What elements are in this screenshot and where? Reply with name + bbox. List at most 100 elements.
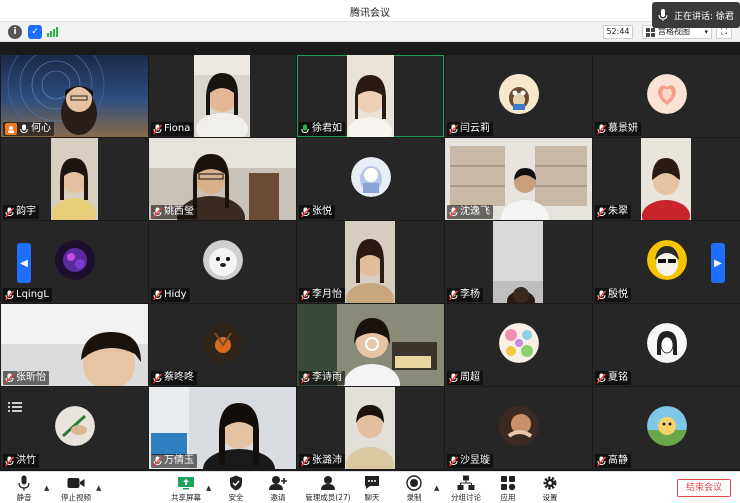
participant-tile[interactable]: 徐君如	[297, 55, 444, 137]
breakout-button[interactable]: 分组讨论	[446, 474, 486, 503]
participant-tile[interactable]: 闫云莉	[445, 55, 592, 137]
participant-name-tag: 李诗雨	[299, 371, 345, 385]
security-button[interactable]: 安全	[216, 474, 256, 503]
participant-tile[interactable]: 张潞沛	[297, 387, 444, 469]
muted-microphone-icon	[449, 290, 458, 301]
chevron-up-icon[interactable]: ▲	[434, 484, 439, 492]
record-button[interactable]: 录制	[394, 474, 434, 503]
participant-video	[194, 55, 250, 137]
window-title: 腾讯会议	[350, 8, 390, 19]
participant-tile[interactable]: 万倩玉	[149, 387, 296, 469]
muted-microphone-icon	[5, 456, 14, 467]
signal-icon[interactable]	[46, 25, 60, 39]
participant-name: 李杨	[460, 289, 480, 300]
manage-members-button[interactable]: 管理成员(27)	[305, 474, 351, 503]
previous-page-button[interactable]: ◀	[17, 243, 31, 283]
participant-name: 李诗雨	[312, 372, 342, 383]
participant-grid: 何心 Fiona 徐君如 闫云莉 慕景妍 韵宇 姚西瑩 张悦 沈逸飞 朱翠 Lq…	[0, 55, 740, 470]
participant-name: 张悦	[312, 206, 332, 217]
participant-name-tag: 沈逸飞	[447, 205, 493, 219]
participant-name-tag: 韵宇	[3, 205, 39, 219]
muted-microphone-icon	[5, 207, 14, 218]
participant-tile[interactable]: 李诗雨	[297, 304, 444, 386]
chevron-up-icon[interactable]: ▲	[206, 484, 211, 492]
participant-tile[interactable]: 蔡咚咚	[149, 304, 296, 386]
add-user-icon	[269, 474, 287, 491]
participant-tile[interactable]: 何心	[1, 55, 148, 137]
avatar	[350, 157, 391, 197]
settings-button[interactable]: 设置	[530, 474, 570, 503]
participant-name: 姚西瑩	[164, 206, 194, 217]
next-page-button[interactable]: ▶	[711, 243, 725, 283]
muted-microphone-icon	[153, 290, 162, 301]
gear-icon	[541, 474, 559, 491]
participant-tile[interactable]: Fiona	[149, 55, 296, 137]
share-screen-label: 共享屏幕	[171, 493, 201, 502]
participant-tile[interactable]: 洪竹	[1, 387, 148, 469]
participant-tile[interactable]: 高静	[593, 387, 740, 469]
participant-name: 慕景妍	[608, 123, 638, 134]
mute-button[interactable]: 静音	[4, 474, 44, 503]
participant-name: 夏铭	[608, 372, 628, 383]
participant-name-tag: 夏铭	[595, 371, 631, 385]
participant-tile[interactable]: 姚西瑩	[149, 138, 296, 220]
muted-microphone-icon	[301, 456, 310, 467]
muted-microphone-icon	[449, 207, 458, 218]
participant-tile[interactable]: 张悦	[297, 138, 444, 220]
participant-name: Hidy	[164, 289, 187, 300]
muted-microphone-icon	[449, 373, 458, 384]
muted-microphone-icon	[449, 124, 458, 135]
participant-tile[interactable]: 夏铭	[593, 304, 740, 386]
participant-name: 沙昱璇	[460, 455, 490, 466]
participant-video	[345, 221, 395, 303]
list-menu-icon[interactable]	[8, 398, 22, 412]
apps-label: 应用	[500, 493, 516, 502]
chat-label: 聊天	[364, 493, 380, 502]
speaking-indicator: 正在讲话: 徐君	[652, 2, 740, 28]
participant-tile[interactable]: 张昕怡	[1, 304, 148, 386]
participant-tile[interactable]: 周超	[445, 304, 592, 386]
muted-microphone-icon	[301, 207, 310, 218]
participant-tile[interactable]: 沙昱璇	[445, 387, 592, 469]
participant-name: 周超	[460, 372, 480, 383]
record-label: 录制	[406, 493, 422, 502]
muted-microphone-icon	[301, 373, 310, 384]
share-screen-icon	[177, 474, 195, 491]
participant-tile[interactable]: Hidy	[149, 221, 296, 303]
participant-name-tag: Hidy	[151, 288, 190, 302]
share-screen-button[interactable]: 共享屏幕	[166, 474, 206, 503]
chevron-up-icon[interactable]: ▲	[44, 484, 49, 492]
apps-button[interactable]: 应用	[488, 474, 528, 503]
chat-button[interactable]: 聊天	[352, 474, 392, 503]
mute-label: 静音	[16, 493, 32, 502]
info-icon[interactable]: i	[8, 25, 22, 39]
participant-name-tag: 徐君如	[299, 122, 345, 136]
participant-name-tag: LqingL	[3, 288, 52, 302]
participant-tile[interactable]: 李月怡	[297, 221, 444, 303]
chevron-right-icon: ▶	[714, 257, 722, 269]
participant-tile[interactable]: 沈逸飞	[445, 138, 592, 220]
participant-name-tag: 张昕怡	[3, 371, 49, 385]
participant-tile[interactable]: 慕景妍	[593, 55, 740, 137]
info-bar: i ✓ 52:44 宫格视图 ▾ ⛶	[0, 22, 740, 42]
participant-name: 殷悦	[608, 289, 628, 300]
muted-microphone-icon	[597, 456, 606, 467]
participant-tile[interactable]: 李杨	[445, 221, 592, 303]
participant-tile[interactable]: 韵宇	[1, 138, 148, 220]
participant-video	[347, 55, 394, 137]
participant-name-tag: 万倩玉	[151, 454, 197, 468]
muted-microphone-icon	[153, 124, 162, 135]
invite-button[interactable]: 邀请	[258, 474, 298, 503]
breakout-rooms-icon	[457, 474, 475, 491]
muted-microphone-icon	[449, 456, 458, 467]
avatar	[498, 406, 539, 446]
participant-tile[interactable]: 朱翠	[593, 138, 740, 220]
muted-microphone-icon	[5, 373, 14, 384]
chevron-up-icon[interactable]: ▲	[96, 484, 101, 492]
stop-video-button[interactable]: 停止视频	[56, 474, 96, 503]
participant-video	[51, 138, 98, 220]
microphone-icon	[301, 124, 310, 135]
participant-name: 徐君如	[312, 123, 342, 134]
shield-icon[interactable]: ✓	[28, 25, 42, 39]
end-meeting-button[interactable]: 结束会议	[677, 479, 731, 497]
